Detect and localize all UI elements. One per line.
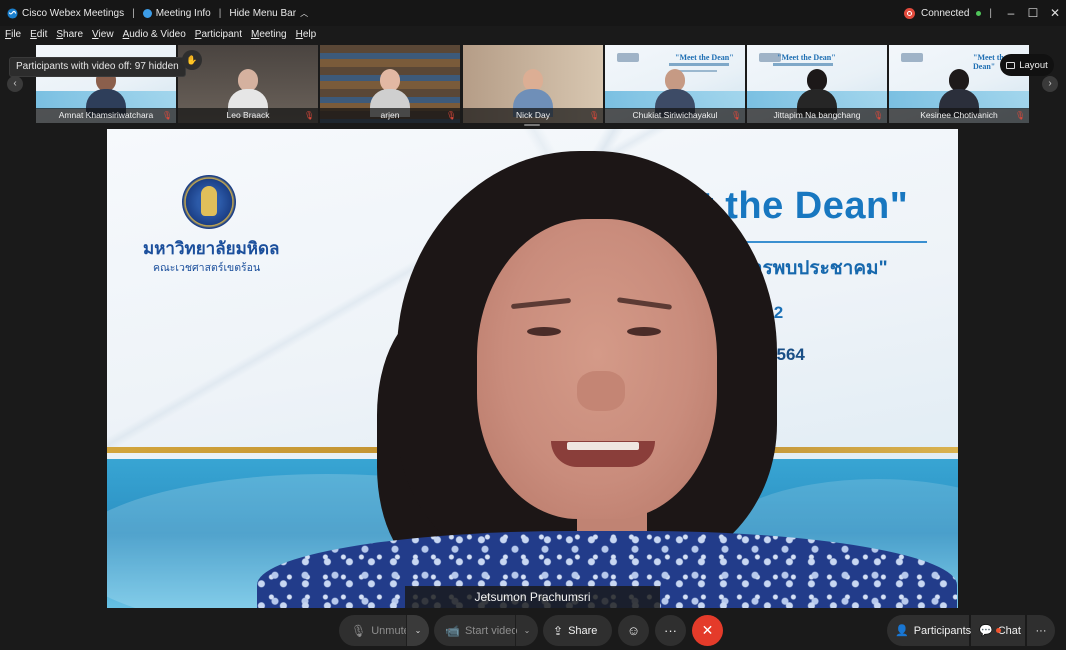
participant-name: Nick Day xyxy=(463,108,603,123)
video-camera-icon: 📹 xyxy=(445,623,460,638)
app-title: Cisco Webex Meetings xyxy=(0,8,124,19)
layout-icon xyxy=(1006,61,1016,69)
muted-mic-icon: 🎙 xyxy=(446,111,457,120)
menu-view[interactable]: View xyxy=(92,29,114,40)
slide-title: "Meet the Dean" xyxy=(777,53,836,62)
chat-icon: 💬 xyxy=(979,624,1001,637)
menu-share[interactable]: Share xyxy=(56,29,83,40)
participant-video-figure xyxy=(370,69,410,117)
scroll-left-button[interactable]: ‹ xyxy=(7,76,23,92)
hidden-participants-tooltip: Participants with video off: 97 hidden xyxy=(9,57,186,77)
video-options-button[interactable]: ⌄ xyxy=(515,615,538,646)
participant-name: Chukiat Siriwichayakul xyxy=(605,108,745,123)
shield-icon xyxy=(142,8,152,18)
panel-more-button[interactable]: ··· xyxy=(1027,615,1055,646)
share-label: Share xyxy=(568,624,598,637)
participant-name: Leo Braack xyxy=(178,108,318,123)
participant-name: Amnat Khamsiriwatchara xyxy=(36,108,176,123)
hand-icon[interactable]: ✋ xyxy=(182,50,202,70)
participant-tile-chukiat[interactable]: "Meet the Dean" Chukiat Siriwichayakul 🎙 xyxy=(605,45,745,123)
speaker-figure xyxy=(257,151,957,608)
close-window-button[interactable]: ✕ xyxy=(1044,6,1066,20)
title-separator: | xyxy=(218,7,222,19)
muted-mic-icon: 🎙 xyxy=(731,111,742,120)
participant-name: Jittapim Na bangchang xyxy=(747,108,887,123)
meeting-info-button[interactable]: Meeting Info xyxy=(142,7,211,19)
strip-resize-handle[interactable] xyxy=(524,124,540,126)
participant-video-figure xyxy=(513,69,553,117)
unread-badge xyxy=(996,628,1001,633)
participant-video-figure xyxy=(228,69,268,117)
participant-video-figure xyxy=(655,69,695,117)
share-button[interactable]: ⇪ Share xyxy=(543,615,612,646)
menu-meeting[interactable]: Meeting xyxy=(251,29,287,40)
participants-icon: 👤 xyxy=(895,625,909,637)
smiley-icon: ☺ xyxy=(626,623,641,638)
menu-participant[interactable]: Participant xyxy=(195,29,242,40)
connection-icon xyxy=(904,7,916,19)
menu-bar: File Edit Share View Audio & Video Parti… xyxy=(0,26,405,42)
participant-video-figure xyxy=(939,69,979,117)
end-meeting-button[interactable]: ✕ xyxy=(692,615,723,646)
title-bar: Cisco Webex Meetings | Meeting Info | Hi… xyxy=(0,0,1066,26)
webex-logo-icon xyxy=(7,7,18,19)
slide-title: "Meet the Dean" xyxy=(675,53,734,62)
connection-status-label: Connected xyxy=(921,7,970,19)
muted-mic-icon: 🎙 xyxy=(304,111,315,120)
muted-mic-icon: 🎙 xyxy=(162,111,173,120)
university-seal-icon xyxy=(182,175,236,229)
layout-label: Layout xyxy=(1019,59,1048,71)
meeting-info-label: Meeting Info xyxy=(155,7,211,19)
participant-name: arjen xyxy=(320,108,460,123)
slide-logo-icon xyxy=(617,53,639,62)
participant-tile-arjen[interactable]: arjen 🎙 xyxy=(320,45,460,123)
chat-label: Chat xyxy=(997,624,1021,637)
slide-graphic xyxy=(773,63,833,66)
chat-button[interactable]: 💬 Chat xyxy=(971,615,1025,646)
muted-mic-icon: 🎙 xyxy=(351,623,367,638)
audio-options-button[interactable]: ⌄ xyxy=(406,615,429,646)
menu-help[interactable]: Help xyxy=(296,29,317,40)
slide-logo-icon xyxy=(901,53,923,62)
more-options-button[interactable]: ··· xyxy=(655,615,686,646)
menu-audio-video[interactable]: Audio & Video xyxy=(123,29,186,40)
meeting-controls: 🎙 Unmute ⌄ 📹 Start video ⌄ ⇪ Share ☺ ···… xyxy=(0,612,1066,650)
menu-edit[interactable]: Edit xyxy=(30,29,47,40)
hide-menu-bar-label: Hide Menu Bar xyxy=(229,7,297,19)
share-icon: ⇪ xyxy=(553,623,564,638)
hide-menu-bar-button[interactable]: Hide Menu Bar ︿ xyxy=(229,8,308,19)
university-name: มหาวิทยาลัยมหิดล xyxy=(143,239,280,258)
connection-status[interactable]: Connected xyxy=(904,7,982,19)
unmute-button[interactable]: 🎙 Unmute ⌄ xyxy=(339,615,429,646)
slide-graphic xyxy=(669,63,729,66)
faculty-name: คณะเวชศาสตร์เขตร้อน xyxy=(153,262,261,274)
muted-mic-icon: 🎙 xyxy=(589,111,600,120)
status-dot-icon xyxy=(976,10,982,16)
reactions-button[interactable]: ☺ xyxy=(618,615,649,646)
chevron-up-icon: ︿ xyxy=(300,8,309,18)
scroll-right-button[interactable]: › xyxy=(1042,76,1058,92)
menu-file[interactable]: File xyxy=(5,29,21,40)
layout-button[interactable]: Layout xyxy=(1000,54,1054,76)
title-separator: | xyxy=(132,7,135,19)
active-speaker-video[interactable]: มหาวิทยาลัยมหิดล คณะเวชศาสตร์เขตร้อน t t… xyxy=(107,129,958,608)
minimize-button[interactable]: – xyxy=(1000,6,1022,20)
participant-video-figure xyxy=(797,69,837,117)
app-name: Cisco Webex Meetings xyxy=(22,7,125,19)
muted-mic-icon: 🎙 xyxy=(1015,111,1026,120)
title-separator: | xyxy=(989,7,992,19)
participants-button[interactable]: 👤 Participants xyxy=(887,615,972,646)
speaker-name: Jetsumon Prachumsri xyxy=(405,586,660,608)
start-video-button[interactable]: 📹 Start video ⌄ xyxy=(434,615,538,646)
participant-tile-nick[interactable]: Nick Day 🎙 xyxy=(463,45,603,123)
participant-tile-jittapim[interactable]: "Meet the Dean" Jittapim Na bangchang 🎙 xyxy=(747,45,887,123)
title-bar-right: Connected | – ☐ ✕ xyxy=(904,0,1066,26)
maximize-button[interactable]: ☐ xyxy=(1022,6,1044,20)
muted-mic-icon: 🎙 xyxy=(873,111,884,120)
participants-label: Participants xyxy=(913,624,972,637)
participant-name: Kesinee Chotivanich xyxy=(889,108,1029,123)
start-video-label: Start video xyxy=(464,624,518,637)
unmute-label: Unmute xyxy=(371,624,410,637)
